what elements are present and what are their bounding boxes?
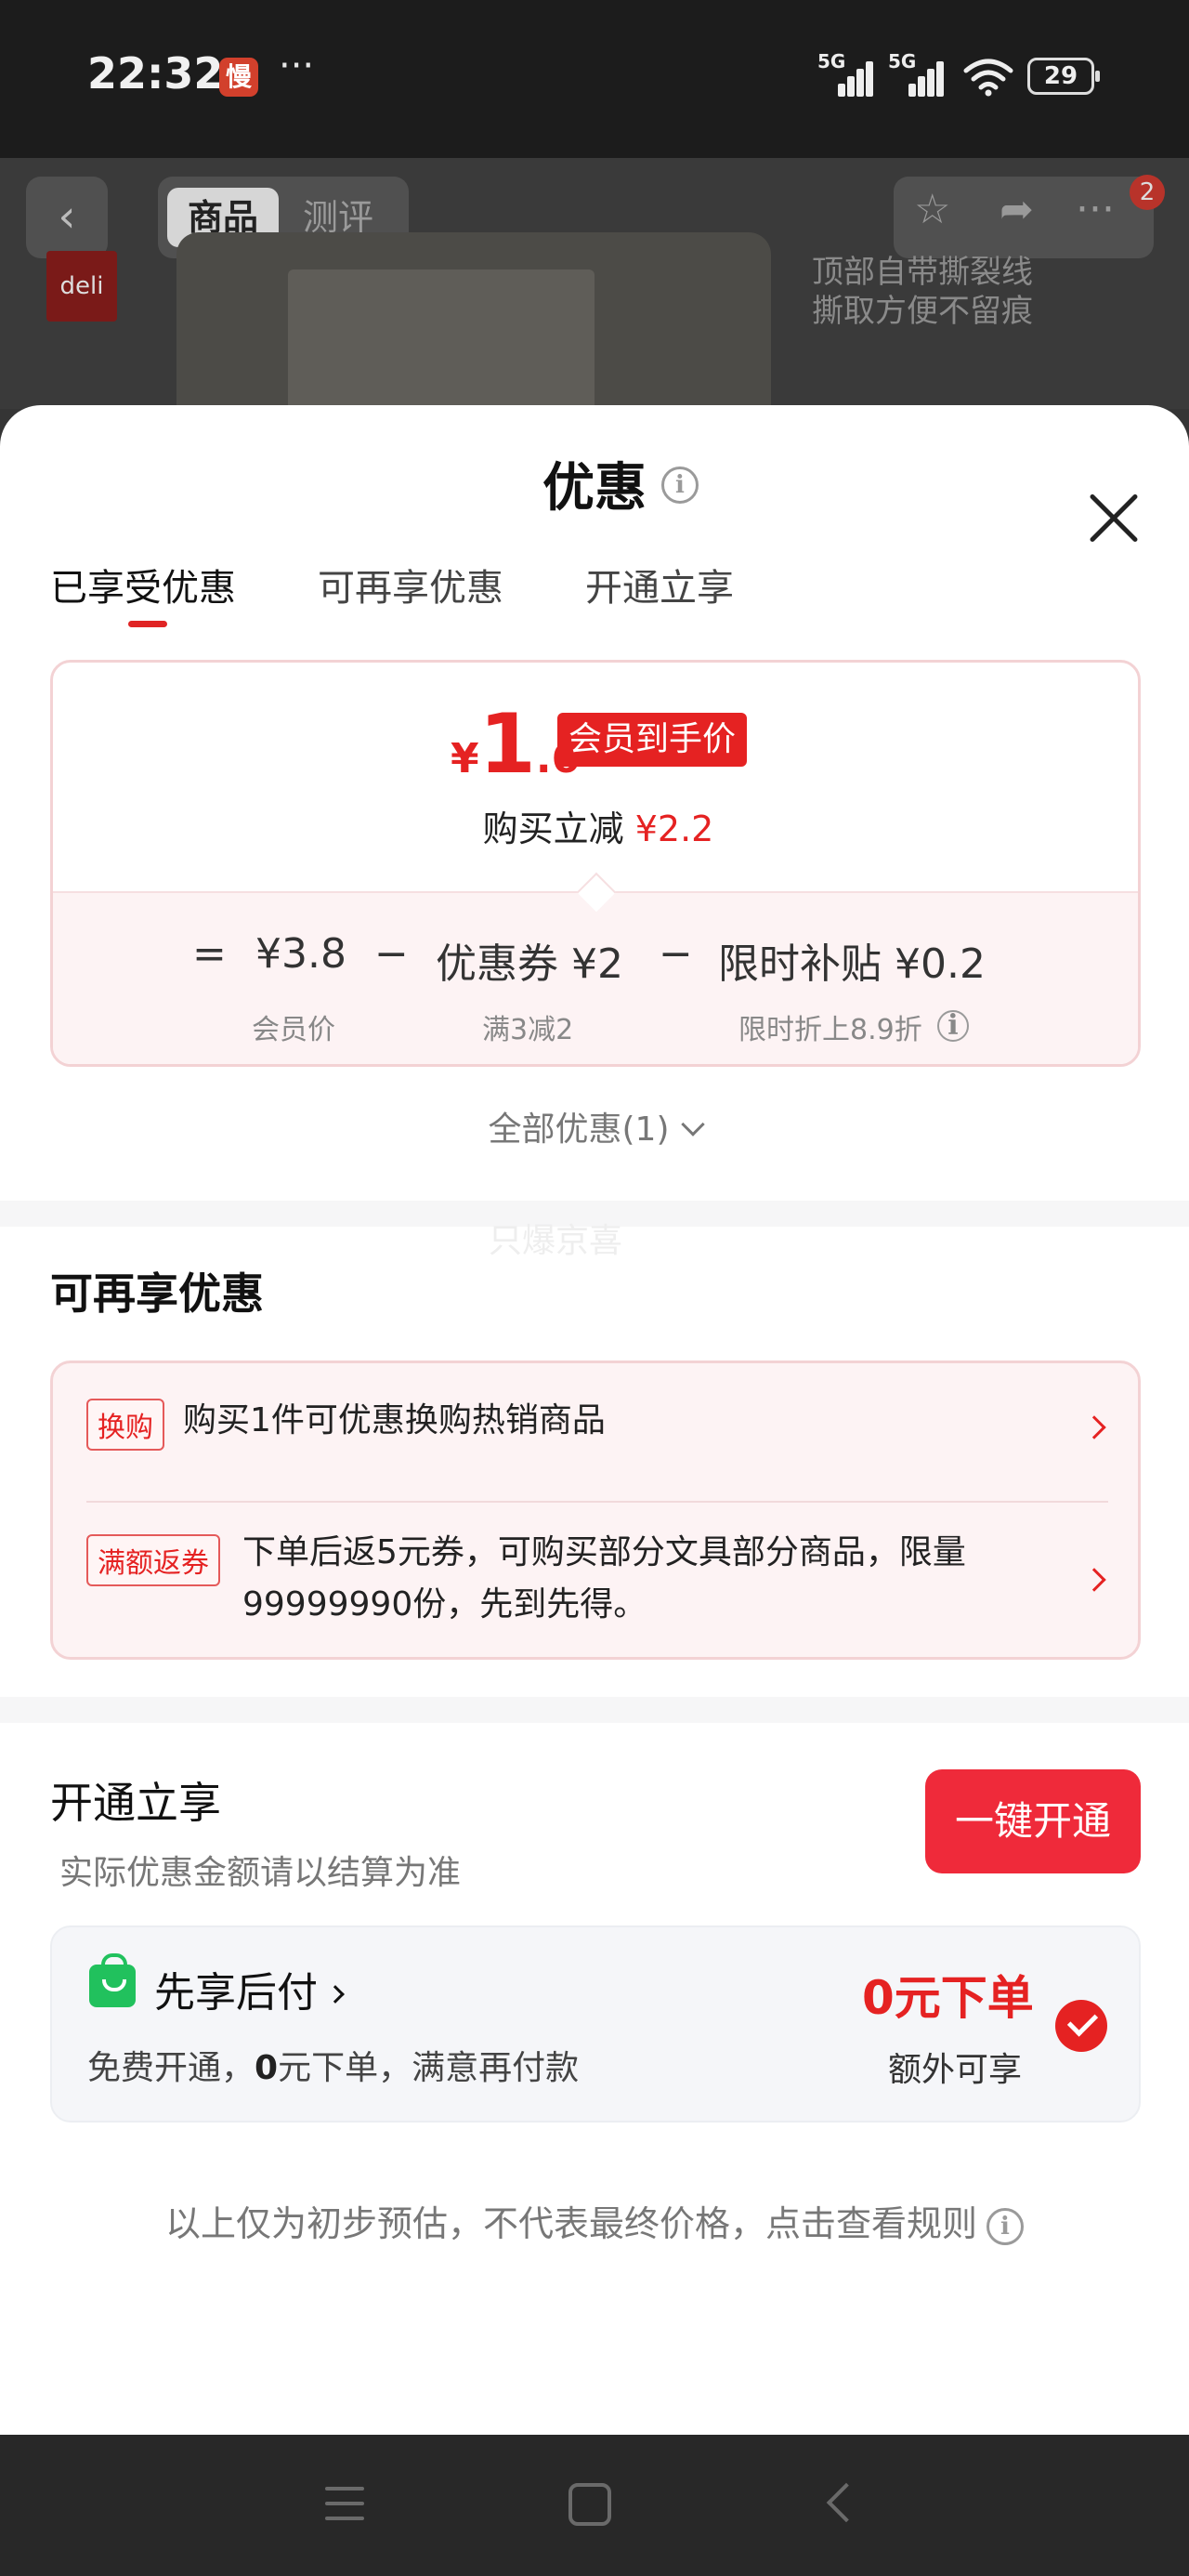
section-divider <box>0 1697 1189 1723</box>
signal-icon: 5G <box>888 50 944 97</box>
offer-text: 购买1件可优惠换购热销商品 <box>183 1401 606 1439</box>
product-header: ‹ 商品 测评 ☆ ➦ ··· deli 顶部自带撕裂线 撕取方便不留痕 <box>0 158 1189 427</box>
check-icon[interactable] <box>1055 2000 1107 2052</box>
subsidy-label: 限时折上8.9折 <box>738 1014 922 1046</box>
signal-label: 5G <box>888 50 917 72</box>
open-now-subtitle: 实际优惠金额请以结算为准 <box>59 1854 462 1892</box>
extra-enjoy-label: 额外可享 <box>888 2051 1023 2089</box>
saving-amount: ¥2.2 <box>634 808 714 849</box>
member-price-label: 会员价 <box>252 1014 335 1046</box>
pay-later-desc-prefix: 免费开通， <box>87 2049 255 2087</box>
price-integer: 1 <box>478 696 536 792</box>
open-now-title: 开通立享 <box>50 1778 221 1828</box>
share-icon[interactable]: ➦ <box>1000 186 1034 233</box>
more-notifications-icon: ··· <box>279 45 315 87</box>
formula-labels: 会员价 满3减2 限时折上8.9折 i <box>53 1006 1138 1046</box>
offer-text-line: 99999990份，先到先得。 <box>242 1585 647 1623</box>
chevron-down-icon <box>680 1112 705 1137</box>
all-discounts-toggle[interactable]: 全部优惠(1) <box>0 1102 1189 1150</box>
pay-later-desc: 免费开通，0元下单，满意再付款 <box>87 2041 579 2089</box>
saving-row: 购买立减 ¥2.2 <box>53 800 1138 851</box>
equals-sign: = <box>192 930 227 978</box>
subsidy-value: 限时补贴 ¥0.2 <box>718 940 986 988</box>
price-formula: = ¥3.8 − 优惠券 ¥2 − 限时补贴 ¥0.2 <box>53 930 1138 988</box>
offer-item[interactable]: 换购 购买1件可优惠换购热销商品 <box>53 1363 1138 1501</box>
info-icon[interactable]: i <box>937 1010 969 1042</box>
menu-icon[interactable] <box>325 2487 364 2520</box>
sheet-title: 优惠 <box>542 458 647 519</box>
chevron-right-icon <box>1082 1568 1106 1592</box>
signal-label: 5G <box>817 50 846 72</box>
offer-text: 下单后返5元券，可购买部分文具部分商品，限量 99999990份，先到先得。 <box>242 1527 966 1631</box>
coupon-label: 满3减2 <box>482 1014 574 1046</box>
disclaimer-text: 以上仅为初步预估，不代表最终价格，点击查看规则 <box>164 2203 977 2244</box>
discount-sheet: 优惠 i 已享受优惠 可再享优惠 开通立享 ¥1.6 会员到手价 购买立减 ¥2… <box>0 405 1189 2435</box>
info-icon[interactable]: i <box>661 467 699 504</box>
active-tab-indicator <box>128 621 167 627</box>
pay-later-desc-suffix: 元下单，满意再付款 <box>278 2049 580 2087</box>
price-card: ¥1.6 会员到手价 购买立减 ¥2.2 = ¥3.8 − 优惠券 ¥2 − 限… <box>50 660 1141 1067</box>
pay-later-desc-zero: 0 <box>255 2049 279 2087</box>
system-nav-bar <box>0 2435 1189 2576</box>
pay-later-title-text: 先享后付 <box>154 1969 318 2017</box>
status-time: 22:32 <box>87 48 224 99</box>
cart-count-badge: 2 <box>1130 175 1165 210</box>
sheet-header: 优惠 i <box>0 446 1189 520</box>
back-icon[interactable] <box>826 2482 867 2523</box>
offer-tag: 满额返券 <box>86 1534 220 1586</box>
offer-tag: 换购 <box>86 1399 164 1451</box>
header-actions: ☆ ➦ ··· <box>894 177 1154 258</box>
offer-text-line: 下单后返5元券，可购买部分文具部分商品，限量 <box>242 1533 966 1571</box>
product-caption: 顶部自带撕裂线 撕取方便不留痕 <box>812 253 1033 331</box>
wifi-icon <box>963 59 1013 97</box>
battery-icon: 29 <box>1027 58 1100 95</box>
info-icon[interactable]: i <box>986 2207 1024 2245</box>
saving-label: 购买立减 <box>482 808 624 849</box>
star-icon[interactable]: ☆ <box>914 186 950 233</box>
app-notification-icon: 慢 <box>219 58 258 97</box>
faded-text: 只爆京喜 <box>489 1222 623 1260</box>
product-caption-line: 顶部自带撕裂线 <box>812 254 1033 291</box>
home-icon[interactable] <box>568 2483 611 2526</box>
price-currency: ¥ <box>451 735 479 782</box>
product-image <box>176 232 771 427</box>
minus-sign: − <box>374 930 409 978</box>
product-caption-line: 撕取方便不留痕 <box>812 293 1033 330</box>
more-icon[interactable]: ··· <box>1076 186 1115 233</box>
discount-tabs: 已享受优惠 可再享优惠 开通立享 <box>50 558 1146 632</box>
tab-open-now[interactable]: 开通立享 <box>585 558 734 611</box>
tab-more-discounts[interactable]: 可再享优惠 <box>318 558 503 611</box>
more-offers-title: 可再享优惠 <box>50 1268 264 1319</box>
signal-icon: 5G <box>817 50 873 97</box>
close-icon[interactable] <box>1085 489 1143 546</box>
pay-later-card[interactable]: 先享后付 免费开通，0元下单，满意再付款 0元下单 额外可享 <box>50 1925 1141 2123</box>
more-offers-card: 换购 购买1件可优惠换购热销商品 满额返券 下单后返5元券，可购买部分文具部分商… <box>50 1360 1141 1660</box>
price-disclaimer[interactable]: 以上仅为初步预估，不代表最终价格，点击查看规则 i <box>0 2195 1189 2246</box>
price-breakdown: = ¥3.8 − 优惠券 ¥2 − 限时补贴 ¥0.2 会员价 满3减2 限时折… <box>53 891 1138 1064</box>
chevron-right-icon <box>1082 1415 1106 1439</box>
shopping-bag-icon <box>89 1953 136 2007</box>
pay-later-title[interactable]: 先享后付 <box>154 1959 345 2018</box>
brand-logo: deli <box>46 251 117 322</box>
chevron-right-icon <box>326 1985 345 2004</box>
offer-item[interactable]: 满额返券 下单后返5元券，可购买部分文具部分商品，限量 99999990份，先到… <box>53 1503 1138 1659</box>
tab-enjoyed-discounts[interactable]: 已享受优惠 <box>50 558 236 611</box>
one-click-open-button[interactable]: 一键开通 <box>925 1769 1141 1873</box>
all-discounts-label: 全部优惠(1) <box>488 1111 670 1149</box>
status-bar: 22:32 慢 ··· 5G 5G 29 <box>0 0 1189 158</box>
member-price-value: ¥3.8 <box>255 930 346 978</box>
zero-order-label: 0元下单 <box>862 1971 1034 2025</box>
minus-sign: − <box>659 930 693 978</box>
back-button[interactable]: ‹ <box>26 177 108 258</box>
member-price-badge: 会员到手价 <box>557 713 748 767</box>
coupon-value: 优惠券 ¥2 <box>436 940 623 988</box>
